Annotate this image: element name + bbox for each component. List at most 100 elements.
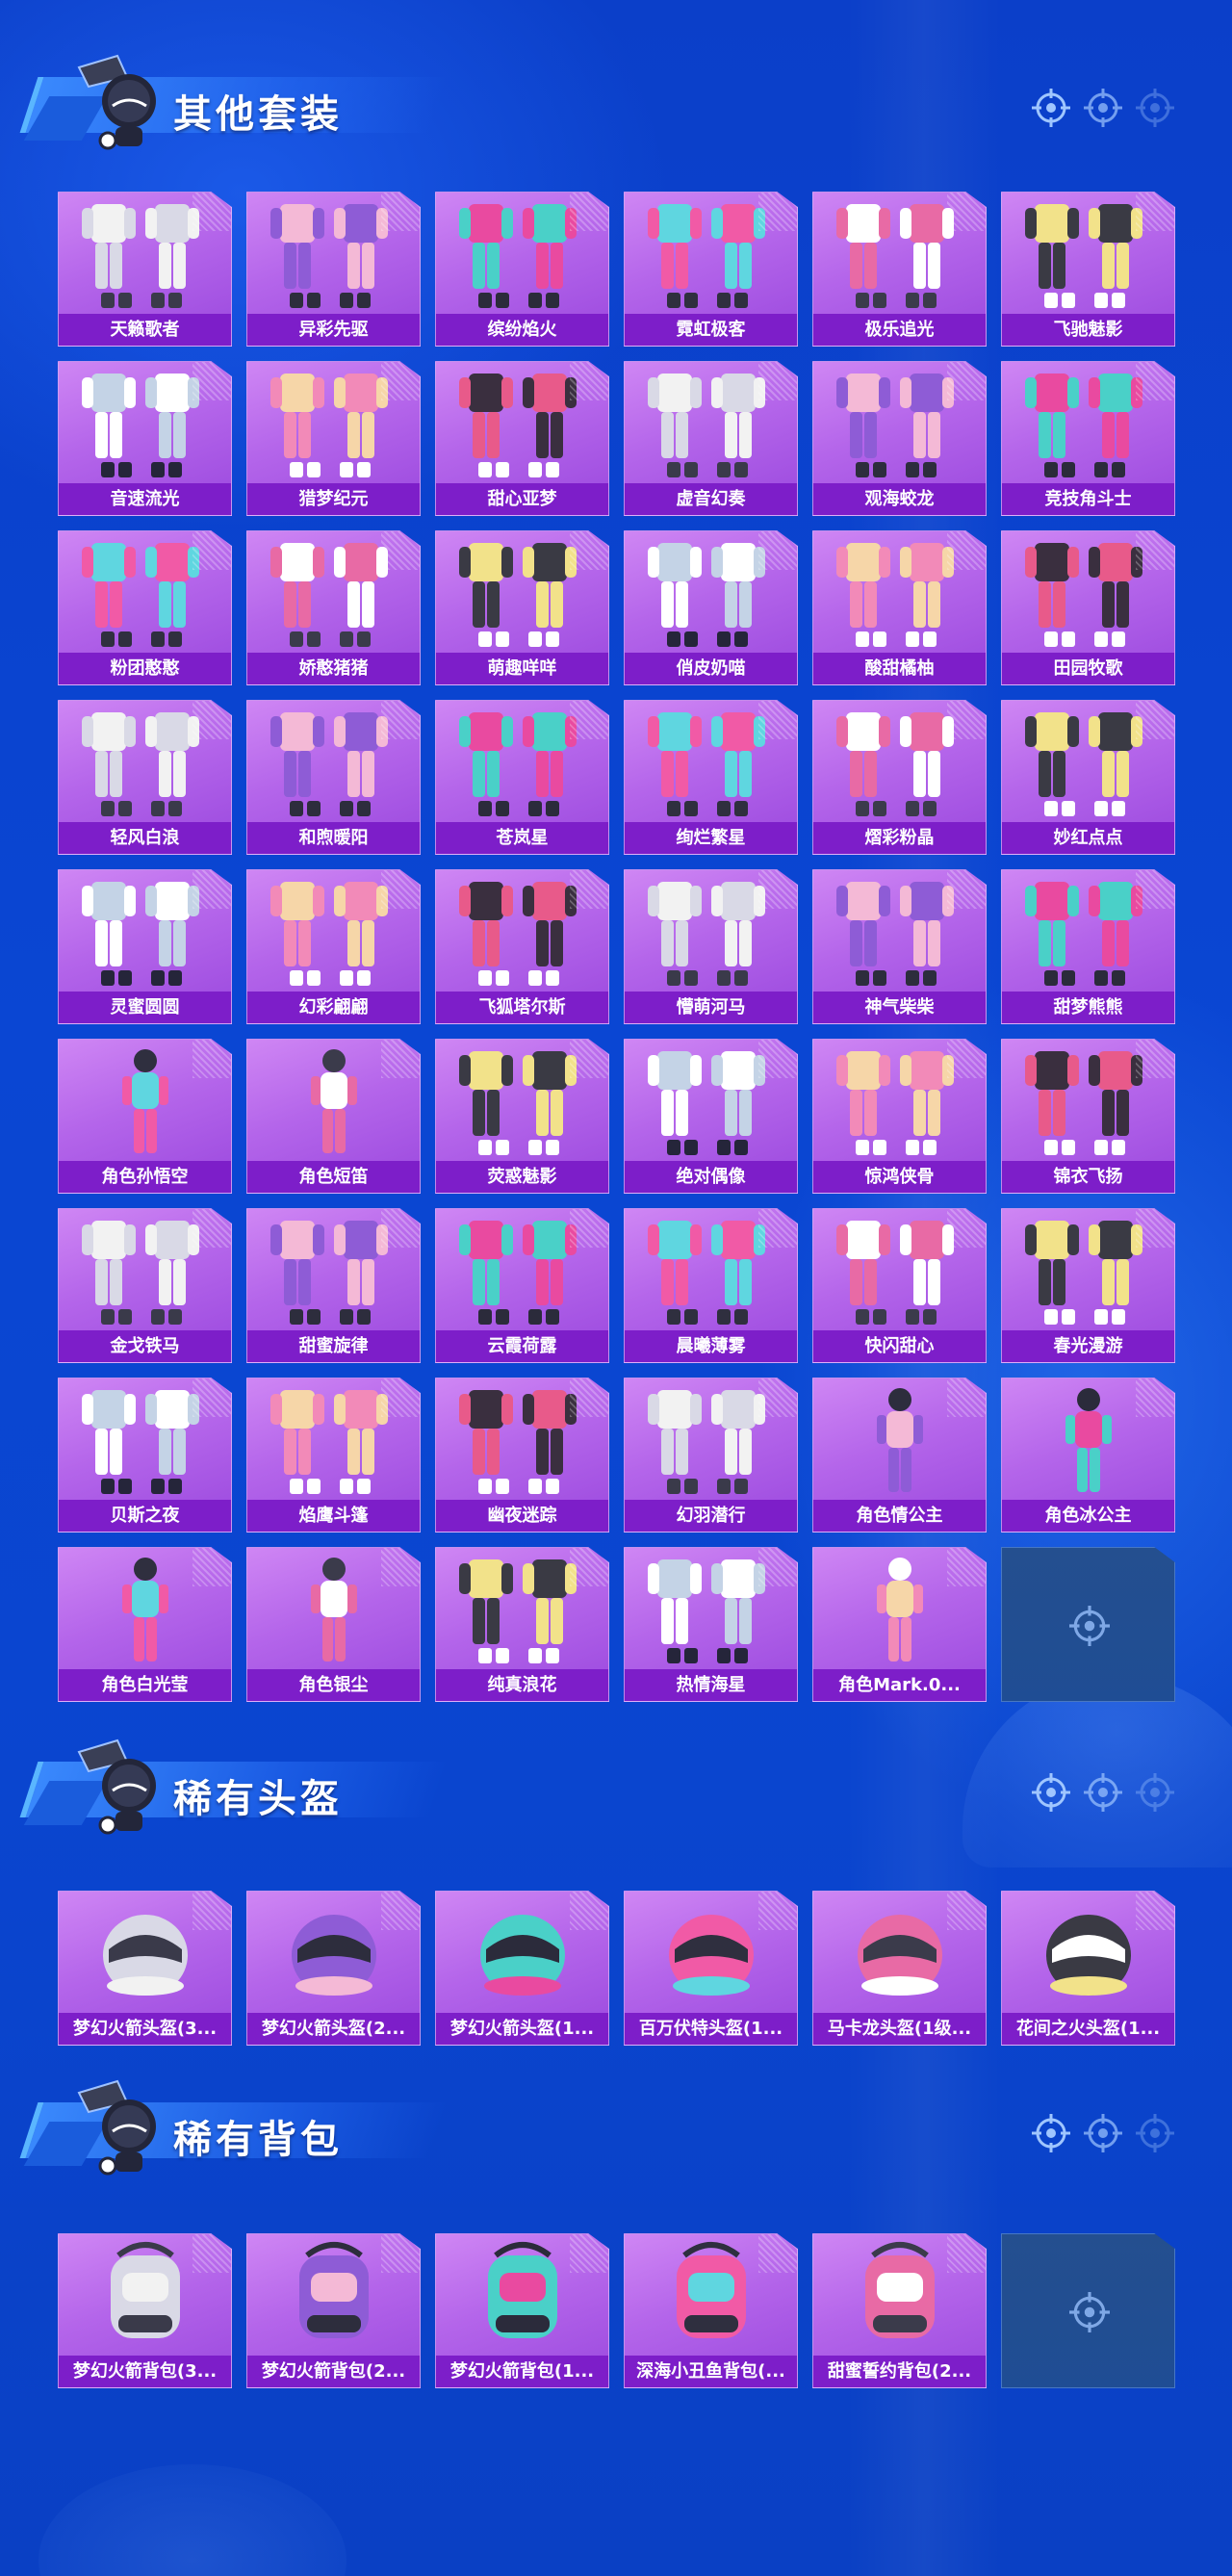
card-corner-decor [1136,701,1174,739]
item-card[interactable]: 角色白光莹 [58,1547,232,1702]
item-card[interactable]: 猎梦纪元 [246,361,421,516]
item-card[interactable]: 观海蛟龙 [812,361,987,516]
item-name-label: 云霞荷露 [436,1330,608,1362]
item-card[interactable]: 绚烂繁星 [624,700,798,855]
item-card[interactable]: 角色情公主 [812,1378,987,1533]
item-card[interactable]: 幽夜迷踪 [435,1378,609,1533]
item-card[interactable]: 梦幻火箭头盔(1... [435,1891,609,2046]
item-card[interactable]: 梦幻火箭背包(2... [246,2233,421,2388]
item-name-label: 甜蜜誓约背包(2... [813,2356,986,2387]
item-card[interactable]: 梦幻火箭头盔(3... [58,1891,232,2046]
item-name-label: 极乐追光 [813,314,986,346]
item-card[interactable]: 角色冰公主 [1001,1378,1175,1533]
card-corner-decor [947,362,986,400]
card-corner-decor [758,531,797,570]
item-card[interactable]: 娇憨猪猪 [246,530,421,685]
item-name-label: 轻风白浪 [59,822,231,854]
item-name-label: 角色情公主 [813,1500,986,1532]
item-card[interactable]: 角色Mark.0... [812,1547,987,1702]
crosshair-target-icon [1032,2114,1070,2152]
item-card[interactable]: 懵萌河马 [624,869,798,1024]
item-card[interactable]: 轻风白浪 [58,700,232,855]
item-card[interactable]: 天籁歌者 [58,192,232,347]
item-card[interactable]: 霓虹极客 [624,192,798,347]
item-card[interactable]: 云霞荷露 [435,1208,609,1363]
section-title: 稀有背包 [173,2118,343,2162]
item-card[interactable]: 深海小丑鱼背包(... [624,2233,798,2388]
item-card[interactable]: 熠彩粉晶 [812,700,987,855]
card-corner-decor [381,1892,420,1930]
card-corner-decor [758,2234,797,2273]
item-card[interactable]: 苍岚星 [435,700,609,855]
item-card[interactable]: 绝对偶像 [624,1039,798,1194]
card-corner-decor [192,1548,231,1586]
item-card[interactable]: 快闪甜心 [812,1208,987,1363]
card-corner-decor [570,1892,608,1930]
item-name-label: 竞技角斗士 [1002,483,1174,515]
item-card[interactable]: 田园牧歌 [1001,530,1175,685]
item-name-label: 甜梦熊熊 [1002,992,1174,1023]
item-card[interactable]: 粉团憨憨 [58,530,232,685]
card-corner-decor [758,701,797,739]
item-card[interactable]: 热情海星 [624,1547,798,1702]
card-corner-decor [381,1378,420,1417]
item-card[interactable]: 极乐追光 [812,192,987,347]
item-card[interactable]: 春光漫游 [1001,1208,1175,1363]
item-card[interactable]: 百万伏特头盔(1... [624,1891,798,2046]
item-name-label: 苍岚星 [436,822,608,854]
item-card[interactable]: 惊鸿侠骨 [812,1039,987,1194]
item-card[interactable]: 俏皮奶喵 [624,530,798,685]
item-card[interactable]: 梦幻火箭背包(3... [58,2233,232,2388]
item-card[interactable]: 甜梦熊熊 [1001,869,1175,1024]
card-corner-decor [947,193,986,231]
card-corner-decor [947,1892,986,1930]
crosshair-target-icon [1069,1606,1110,1646]
item-card[interactable]: 角色短笛 [246,1039,421,1194]
item-card[interactable]: 锦衣飞扬 [1001,1039,1175,1194]
item-card[interactable]: 梦幻火箭背包(1... [435,2233,609,2388]
item-name-label: 甜蜜旋律 [247,1330,420,1362]
item-card[interactable]: 缤纷焰火 [435,192,609,347]
item-card[interactable]: 灵蜜圆圆 [58,869,232,1024]
item-card[interactable]: 和煦暖阳 [246,700,421,855]
item-card[interactable]: 荧惑魅影 [435,1039,609,1194]
card-corner-decor [758,362,797,400]
item-card[interactable]: 甜心亚梦 [435,361,609,516]
crosshair-target-icon [1032,89,1070,127]
item-card[interactable]: 晨曦薄雾 [624,1208,798,1363]
card-corner-decor [381,193,420,231]
card-corner-decor [758,1892,797,1930]
section-target-icons [1032,2114,1174,2152]
item-name-label: 荧惑魅影 [436,1161,608,1193]
item-card[interactable]: 虚音幻奏 [624,361,798,516]
item-card[interactable]: 角色银尘 [246,1547,421,1702]
item-card[interactable]: 角色孙悟空 [58,1039,232,1194]
item-card[interactable]: 幻羽潜行 [624,1378,798,1533]
item-card[interactable]: 酸甜橘柚 [812,530,987,685]
item-card[interactable]: 纯真浪花 [435,1547,609,1702]
item-name-label: 角色短笛 [247,1161,420,1193]
item-name-label: 霓虹极客 [625,314,797,346]
item-card[interactable]: 幻彩翩翩 [246,869,421,1024]
item-card[interactable]: 甜蜜旋律 [246,1208,421,1363]
item-card[interactable]: 梦幻火箭头盔(2... [246,1891,421,2046]
card-corner-decor [192,531,231,570]
item-card[interactable]: 贝斯之夜 [58,1378,232,1533]
item-card[interactable]: 金戈铁马 [58,1208,232,1363]
card-corner-decor [381,362,420,400]
item-card[interactable]: 音速流光 [58,361,232,516]
item-card[interactable]: 飞狐塔尔斯 [435,869,609,1024]
item-card[interactable]: 萌趣咩咩 [435,530,609,685]
item-card[interactable]: 甜蜜誓约背包(2... [812,2233,987,2388]
item-card[interactable]: 竞技角斗士 [1001,361,1175,516]
card-corner-decor [570,1040,608,1078]
item-card[interactable]: 飞驰魅影 [1001,192,1175,347]
item-card[interactable]: 妙红点点 [1001,700,1175,855]
item-card[interactable]: 焰鹰斗篷 [246,1378,421,1533]
item-name-label: 观海蛟龙 [813,483,986,515]
item-card[interactable]: 花间之火头盔(1... [1001,1891,1175,2046]
item-card[interactable]: 异彩先驱 [246,192,421,347]
item-card[interactable]: 马卡龙头盔(1级... [812,1891,987,2046]
card-corner-decor [947,1040,986,1078]
item-card[interactable]: 神气柴柴 [812,869,987,1024]
